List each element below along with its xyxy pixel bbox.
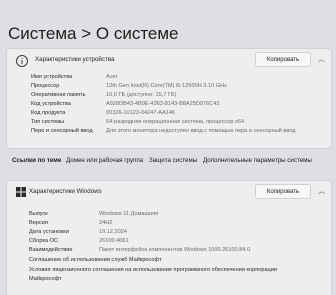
windows-logo-icon [16,187,26,197]
spec-label: Оперативная память [31,92,86,98]
related-links-label: Ссылки по теме [12,157,62,164]
spec-value: 24H2 [99,220,113,226]
copy-windows-specs-button[interactable]: Копировать [255,184,311,199]
spec-row: Дата установки 19.12.2024 [7,228,331,236]
spec-value: Для этого монитора недоступен ввод с пом… [106,128,296,134]
spec-row: Код продукта 00326-10123-04247-AA146 [7,109,331,117]
page-title: Система > О системе [8,24,179,44]
device-specs-card: Характеристики устройства Копировать ︿ И… [6,48,332,149]
link-domain-workgroup[interactable]: Домен или рабочая группа [66,154,143,168]
spec-label: Версия [29,220,48,226]
license-terms-link[interactable]: Условия лицензионного соглашения на испо… [7,266,331,274]
spec-value: Пакет интерфейса компонентов Windows 100… [99,247,251,253]
spec-row: Версия 24H2 [7,219,331,227]
spec-value: 26100.4061 [99,238,129,244]
spec-value: 00326-10123-04247-AA146 [106,110,176,116]
spec-row: Процессор 12th Gen Intel(R) Core(TM) i5-… [7,82,331,90]
breadcrumb-current: О системе [95,24,179,43]
spec-value: 19.12.2024 [99,229,127,235]
link-advanced-system-settings[interactable]: Дополнительные параметры системы [203,154,312,168]
spec-label: Сборка ОС [29,238,59,244]
chevron-up-icon[interactable]: ︿ [318,56,325,64]
link-system-protection[interactable]: Защита системы [149,154,197,168]
spec-value: A928DB43-4B0E-4363-8143-B8A25D976C42 [106,101,220,107]
spec-label: Тип системы [31,119,65,125]
related-links-bar: Ссылки по теме Домен или рабочая группа … [6,154,332,168]
spec-row: Код устройства A928DB43-4B0E-4363-8143-B… [7,100,331,108]
spec-row: Тип системы 64-разрядная операционная си… [7,118,331,126]
spec-value: Windows 11 Домашняя [99,211,159,217]
spec-value: 12th Gen Intel(R) Core(TM) i5-12500H 3.1… [106,83,227,89]
breadcrumb-separator: > [81,24,92,43]
device-specs-header[interactable]: Характеристики устройства Копировать ︿ [7,49,331,73]
spec-row: Сборка ОС 26100.4061 [7,237,331,245]
spec-value: 64-разрядная операционная система, проце… [106,119,245,125]
license-terms-link-continued[interactable]: Майкрософт [7,275,331,283]
windows-specs-header[interactable]: Характеристики Windows Копировать ︿ [7,181,331,205]
spec-value: Acer [106,74,118,80]
spec-row: Оперативная память 16,0 ГБ (доступно: 15… [7,91,331,99]
device-specs-title: Характеристики устройства [35,56,115,63]
windows-specs-card: Характеристики Windows Копировать ︿ Выпу… [6,180,332,295]
spec-row: Взаимодействие Пакет интерфейса компонен… [7,246,331,254]
windows-specs-title: Характеристики Windows [29,188,102,195]
spec-label: Взаимодействие [29,247,73,253]
chevron-up-icon[interactable]: ︿ [318,188,325,196]
spec-label: Код продукта [31,110,66,116]
info-icon [16,55,28,67]
spec-value: 16,0 ГБ (доступно: 15,7 ГБ) [106,92,177,98]
spec-label: Перо и сенсорный ввод [31,128,93,134]
spec-label: Дата установки [29,229,69,235]
spec-row: Имя устройства Acer [7,73,331,81]
spec-row: Перо и сенсорный ввод Для этого монитора… [7,127,331,135]
spec-label: Выпуск [29,211,48,217]
spec-label: Имя устройства [31,74,73,80]
copy-device-specs-button[interactable]: Копировать [255,52,311,67]
services-agreement-link[interactable]: Соглашение об использовании служб Майкро… [7,256,331,264]
breadcrumb-parent[interactable]: Система [8,24,76,43]
spec-label: Код устройства [31,101,71,107]
spec-row: Выпуск Windows 11 Домашняя [7,210,331,218]
spec-label: Процессор [31,83,60,89]
